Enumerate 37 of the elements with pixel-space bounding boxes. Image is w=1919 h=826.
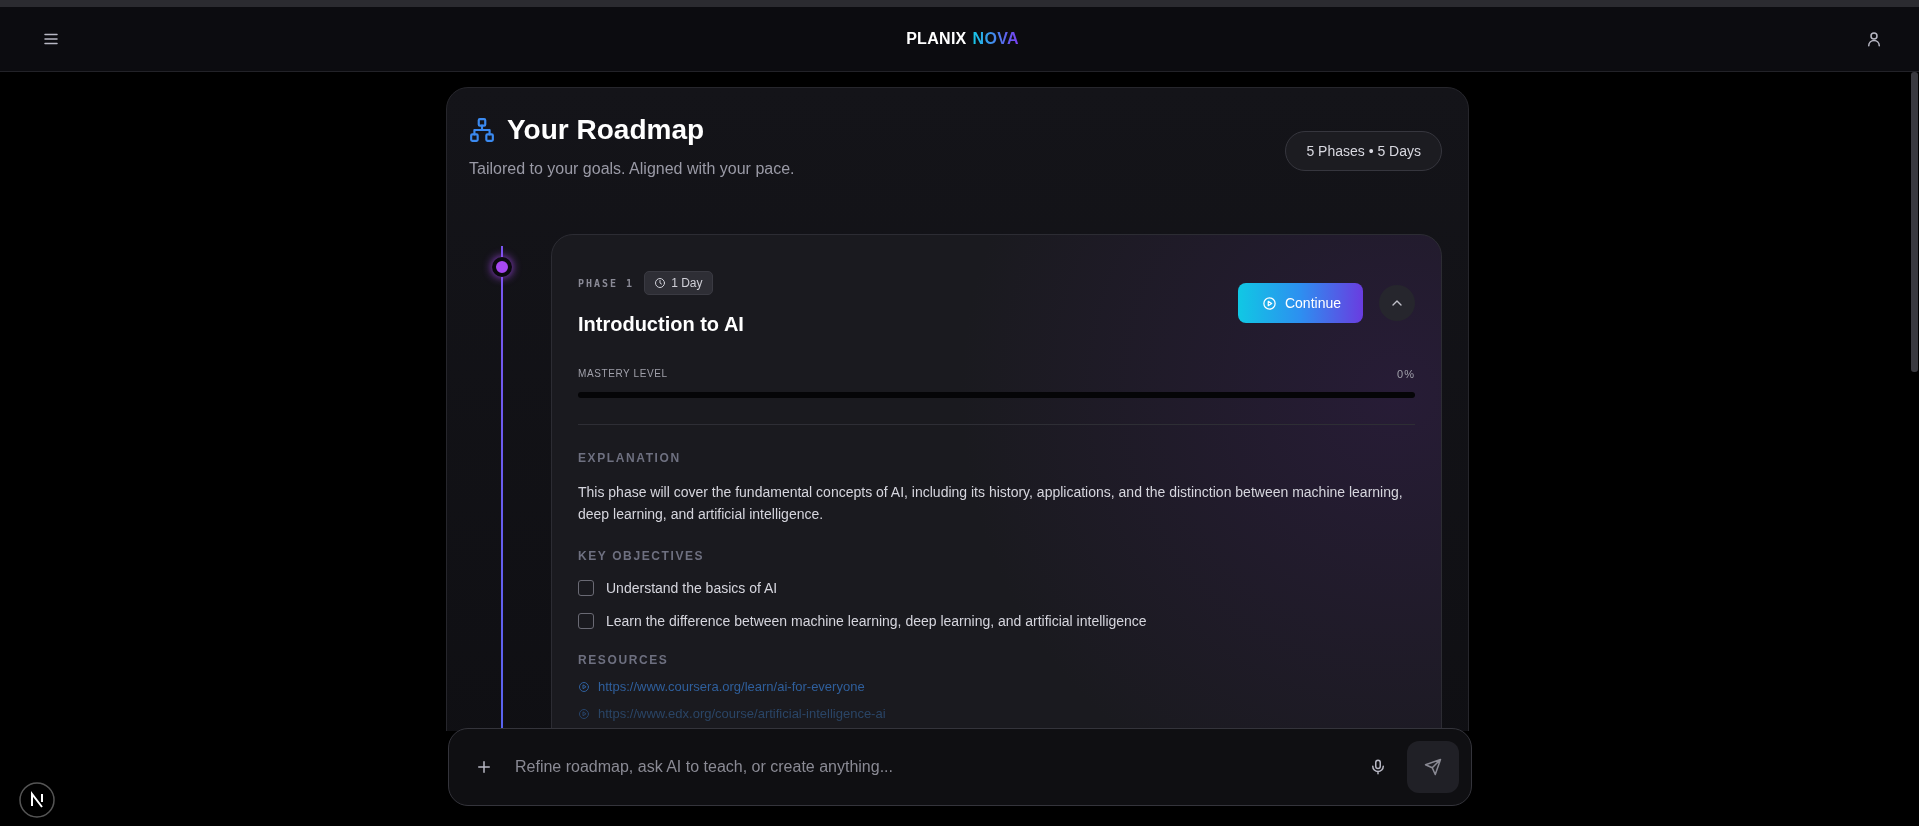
microphone-icon	[1369, 758, 1387, 776]
page-title: Your Roadmap	[507, 114, 705, 146]
play-circle-icon	[578, 680, 590, 693]
explanation-text: This phase will cover the fundamental concepts of AI, including its history, applications, and the distinction between machine learning, deep learning, and artificial intelligence.	[578, 483, 1404, 524]
user-icon	[1865, 30, 1883, 48]
hierarchy-icon	[469, 117, 495, 143]
plus-icon	[475, 758, 493, 776]
profile-button[interactable]	[1865, 30, 1883, 48]
microphone-button[interactable]	[1369, 758, 1387, 776]
brand-name: PLANIX	[906, 30, 967, 48]
logo-icon[interactable]	[19, 782, 55, 818]
send-button[interactable]	[1407, 741, 1459, 793]
send-icon	[1424, 758, 1442, 776]
resource-link[interactable]: https://www.coursera.org/learn/ai-for-everyone	[598, 679, 865, 694]
phase-label: PHASE 1	[578, 277, 635, 289]
objective-checkbox[interactable]	[578, 613, 594, 629]
collapse-button[interactable]	[1379, 285, 1415, 321]
clock-icon	[654, 277, 667, 289]
duration-text: 1 Day	[671, 276, 703, 290]
objective-checkbox[interactable]	[578, 580, 594, 596]
page-subtitle: Tailored to your goals. Aligned with your pace.	[469, 160, 795, 178]
resource-link[interactable]: https://www.edx.org/course/artificial-intelligence-ai	[598, 706, 886, 721]
section-heading: RESOURCES	[578, 653, 670, 667]
mastery-value: 0%	[1397, 368, 1415, 380]
section-heading: EXPLANATION	[578, 451, 682, 465]
section-heading: KEY OBJECTIVES	[578, 549, 706, 563]
add-button[interactable]	[475, 758, 493, 776]
mastery-label: MASTERY LEVEL	[578, 368, 668, 380]
play-circle-icon	[578, 707, 590, 720]
summary-badge: 5 Phases • 5 Days	[1285, 131, 1442, 171]
prompt-field[interactable]: Refine roadmap, ask AI to teach, or create anything...	[513, 757, 1349, 777]
scrollbar-thumb[interactable]	[1911, 72, 1918, 372]
phase-title: Introduction to AI	[578, 313, 744, 336]
play-icon	[1261, 295, 1277, 311]
objective-text: Understand the basics of AI	[606, 580, 778, 596]
continue-button[interactable]: Continue	[1237, 283, 1363, 323]
objective-text: Learn the difference between machine learning, deep learning, and artificial intelligence	[606, 613, 1147, 629]
